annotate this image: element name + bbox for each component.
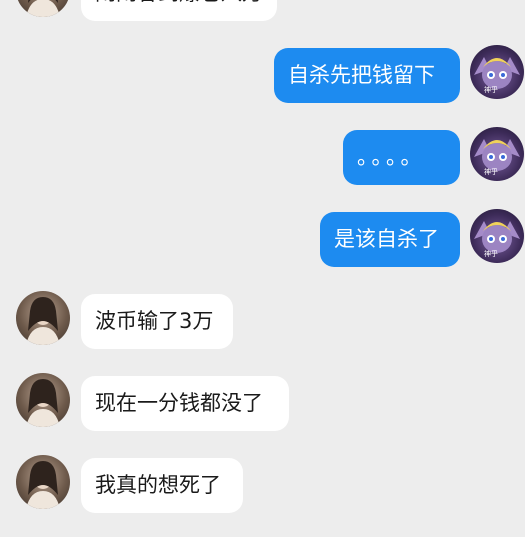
- message-bubble-incoming[interactable]: 波币输了3万: [81, 294, 233, 349]
- avatar-girl-icon[interactable]: [16, 373, 70, 427]
- message-bubble-outgoing[interactable]: 是该自杀了: [320, 212, 460, 267]
- avatar-girl-icon[interactable]: [16, 455, 70, 509]
- avatar-yordle-icon[interactable]: 神乎: [470, 45, 524, 99]
- avatar-caption: 神乎: [484, 86, 498, 94]
- message-bubble-incoming[interactable]: 我真的想死了: [81, 458, 243, 513]
- message-bubble-incoming[interactable]: 闹闹谷到爆仓八万: [81, 0, 277, 21]
- message-bubble-outgoing[interactable]: 。。。。: [343, 130, 460, 185]
- avatar-girl-icon[interactable]: [16, 291, 70, 345]
- chat-message-list[interactable]: 闹闹谷到爆仓八万 自杀先把钱留下 神乎 。。。。: [0, 0, 525, 537]
- avatar-girl-icon[interactable]: [16, 0, 70, 17]
- message-bubble-incoming[interactable]: 现在一分钱都没了: [81, 376, 289, 431]
- message-bubble-outgoing[interactable]: 自杀先把钱留下: [274, 48, 460, 103]
- avatar-caption: 神乎: [484, 168, 498, 176]
- avatar-yordle-icon[interactable]: 神乎: [470, 209, 524, 263]
- avatar-yordle-icon[interactable]: 神乎: [470, 127, 524, 181]
- avatar-caption: 神乎: [484, 250, 498, 258]
